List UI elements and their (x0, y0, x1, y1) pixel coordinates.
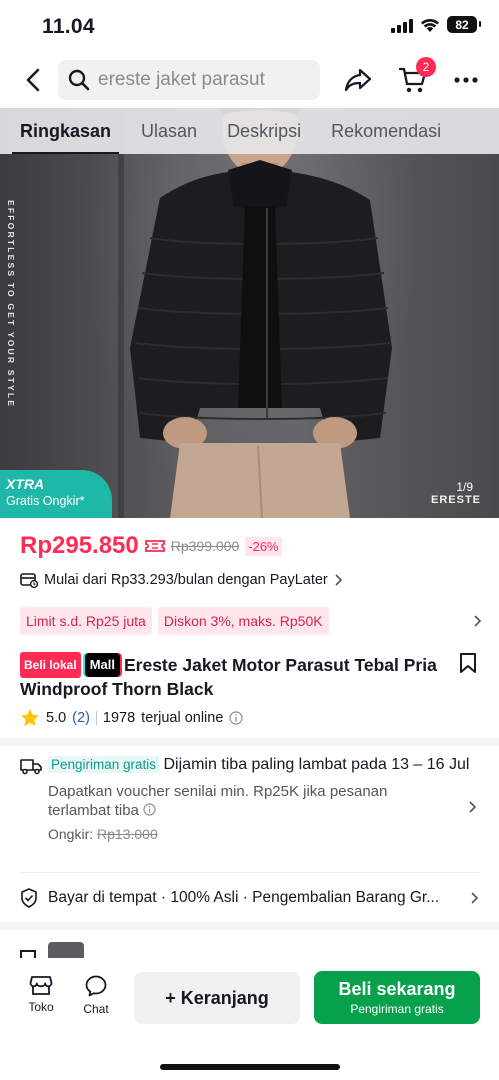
status-bar: 11.04 82 (0, 0, 499, 52)
buy-now-sublabel: Pengiriman gratis (350, 1002, 444, 1016)
add-to-cart-button[interactable]: + Keranjang (134, 972, 300, 1024)
service-guarantee-row[interactable]: Bayar di tempat · 100% Asli · Pengembali… (20, 888, 480, 908)
star-icon (21, 709, 39, 726)
chat-label: Chat (83, 1002, 109, 1016)
product-photo (118, 108, 392, 518)
rating-row[interactable]: 5.0 (2) 1978 terjual online (20, 708, 244, 727)
promo-row[interactable]: Limit s.d. Rp25 juta Diskon 3%, maks. Rp… (20, 607, 483, 635)
more-icon (454, 77, 478, 83)
rating-count: (2) (72, 709, 90, 726)
bookmark-button[interactable] (459, 652, 477, 679)
search-query: ereste jaket parasut (98, 69, 265, 90)
price-row: Rp295.850 Rp399.000 -26% (20, 532, 282, 560)
info-icon[interactable] (229, 710, 244, 725)
chat-button[interactable]: Chat (74, 974, 118, 1016)
delivery-estimate: Dijamin tiba paling lambat pada 13 – 16 … (163, 756, 470, 773)
free-shipping-badge: Pengiriman gratis (48, 756, 160, 773)
tab-deskripsi[interactable]: Deskripsi (227, 108, 301, 154)
search-input[interactable]: ereste jaket parasut (58, 60, 320, 100)
shipping-fee-value: Rp13.000 (97, 826, 158, 842)
chat-bubble-icon (85, 975, 107, 997)
signal-icon (391, 17, 413, 33)
home-indicator[interactable] (160, 1064, 340, 1070)
store-label: Toko (28, 1000, 54, 1014)
search-icon (68, 69, 90, 91)
wifi-icon (421, 18, 439, 32)
shipping-text-line: Pengiriman gratis Dijamin tiba paling la… (20, 754, 480, 776)
original-price: Rp399.000 (170, 538, 240, 554)
top-nav: ereste jaket parasut 2 (0, 52, 499, 108)
shield-check-icon (21, 888, 37, 908)
share-button[interactable] (340, 62, 376, 98)
battery-icon: 82 (447, 16, 481, 33)
sold-label: terjual online (141, 709, 224, 726)
back-button[interactable] (16, 62, 52, 98)
voucher-ticket-icon (144, 540, 165, 552)
shipping-fee: Ongkir: Rp13.000 (20, 826, 480, 842)
section-divider (20, 872, 480, 873)
sold-count: 1978 (102, 709, 136, 726)
chevron-right-icon (471, 892, 479, 904)
cart-button[interactable]: 2 (393, 57, 436, 100)
promo-chip-discount[interactable]: Diskon 3%, maks. Rp50K (157, 607, 329, 635)
status-icons: 82 (391, 16, 481, 33)
chevron-right-icon (474, 615, 482, 627)
xtra-free-shipping-badge: XTRA Gratis Ongkir* (0, 470, 112, 518)
shipping-section[interactable]: Pengiriman gratis Dijamin tiba paling la… (20, 754, 480, 842)
voucher-text: Dapatkan voucher senilai min. Rp25K jika… (48, 783, 388, 819)
more-options-button[interactable] (448, 62, 484, 98)
tab-ulasan[interactable]: Ulasan (141, 108, 197, 154)
cart-badge: 2 (416, 57, 436, 77)
info-icon[interactable] (143, 803, 156, 816)
xtra-subtitle: Gratis Ongkir* (6, 494, 85, 508)
paylater-icon (20, 573, 38, 589)
share-icon (344, 68, 372, 92)
next-section-peek (20, 940, 480, 958)
section-tabs: Ringkasan Ulasan Deskripsi Rekomendasi (0, 108, 499, 154)
rating-value: 5.0 (46, 709, 67, 726)
chevron-right-icon (335, 574, 342, 586)
service-text: Bayar di tempat · 100% Asli · Pengembali… (48, 889, 440, 906)
product-title: Ereste Jaket Motor Parasut Tebal Pria Wi… (20, 655, 437, 699)
late-delivery-voucher: Dapatkan voucher senilai min. Rp25K jika… (20, 782, 440, 820)
hero-vertical-slogan: EFFORTLESS TO GET YOUR STYLE (6, 200, 16, 409)
chevron-left-icon (26, 68, 40, 92)
buy-now-button[interactable]: Beli sekarang Pengiriman gratis (314, 971, 480, 1024)
store-button[interactable]: Toko (19, 974, 63, 1014)
product-image-carousel[interactable]: Ringkasan Ulasan Deskripsi Rekomendasi E… (0, 108, 499, 518)
product-title-block: Beli lokal Mall Ereste Jaket Motor Parasut… (20, 652, 440, 700)
status-time: 11.04 (42, 15, 95, 38)
truck-icon (20, 759, 42, 775)
paylater-row[interactable]: Mulai dari Rp33.293/bulan dengan PayLate… (20, 571, 480, 589)
tab-rekomendasi[interactable]: Rekomendasi (331, 108, 441, 154)
mall-badge: Mall (84, 653, 120, 677)
buy-now-label: Beli sekarang (338, 979, 456, 999)
divider (95, 710, 97, 725)
brand-watermark: ERESTE (430, 494, 481, 506)
discount-badge: -26% (245, 536, 282, 556)
bookmark-icon (460, 653, 476, 673)
section-divider (0, 738, 499, 746)
section-divider (0, 922, 499, 930)
image-counter: 1/9 (456, 480, 473, 494)
paylater-text: Mulai dari Rp33.293/bulan dengan PayLate… (44, 572, 328, 588)
shipping-fee-label: Ongkir: (48, 826, 94, 842)
chevron-right-icon (469, 801, 477, 813)
xtra-title: XTRA (6, 476, 45, 492)
current-price: Rp295.850 (20, 532, 139, 559)
store-icon (29, 976, 53, 995)
promo-chip-limit[interactable]: Limit s.d. Rp25 juta (20, 607, 152, 635)
local-badge: Beli lokal (20, 652, 81, 678)
tab-ringkasan[interactable]: Ringkasan (11, 108, 120, 154)
